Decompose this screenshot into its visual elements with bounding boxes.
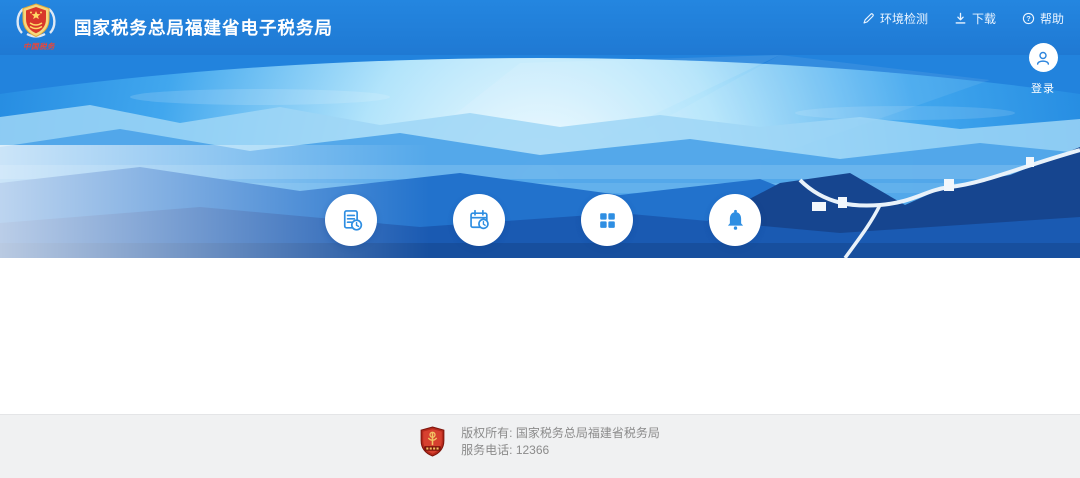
tax-bureau-logo[interactable]: 中国税务 bbox=[14, 2, 62, 54]
help-icon: ? bbox=[1022, 12, 1035, 25]
service-phone-text: 服务电话: 12366 bbox=[461, 442, 660, 459]
download-link[interactable]: 下载 bbox=[954, 10, 996, 27]
header: 中国税务 国家税务总局福建省电子税务局 环境检测 bbox=[0, 0, 1080, 55]
tax-badge-icon bbox=[420, 426, 445, 457]
logo-subtext: 中国税务 bbox=[15, 41, 63, 52]
quick-item-appointment[interactable]: 我要预约 bbox=[427, 194, 531, 258]
env-check-label: 环境检测 bbox=[880, 10, 928, 27]
copyright-text: 版权所有: 国家税务总局福建省税务局 bbox=[461, 425, 660, 442]
todo-document-clock-icon bbox=[325, 194, 377, 246]
service-cards-section: 我的信息 我要办税 我要查询 bbox=[0, 258, 1080, 414]
tax-emblem-icon bbox=[14, 2, 62, 42]
help-link[interactable]: ? 帮助 bbox=[1022, 10, 1064, 27]
quick-item-announcements[interactable]: 通知公告 bbox=[683, 194, 787, 258]
svg-text:?: ? bbox=[1026, 14, 1031, 23]
user-avatar-icon bbox=[1029, 43, 1058, 72]
grid-icon bbox=[581, 194, 633, 246]
hero-background-image bbox=[0, 55, 1080, 258]
page-title: 国家税务总局福建省电子税务局 bbox=[74, 15, 333, 40]
download-label: 下载 bbox=[972, 10, 996, 27]
pen-check-icon bbox=[862, 12, 875, 25]
download-icon bbox=[954, 12, 967, 25]
login-label: 登录 bbox=[1016, 80, 1070, 96]
help-label: 帮助 bbox=[1040, 10, 1064, 27]
quick-item-my-todo[interactable]: 我的待办 bbox=[299, 194, 403, 258]
calendar-clock-icon bbox=[453, 194, 505, 246]
footer-text: 版权所有: 国家税务总局福建省税务局 服务电话: 12366 bbox=[461, 425, 660, 459]
login-button[interactable]: 登录 bbox=[1016, 43, 1070, 96]
page: 中国税务 国家税务总局福建省电子税务局 环境检测 bbox=[0, 0, 1080, 478]
hero-banner: 我的待办 我要预约 bbox=[0, 55, 1080, 258]
footer: 版权所有: 国家税务总局福建省税务局 服务电话: 12366 bbox=[0, 414, 1080, 478]
env-check-link[interactable]: 环境检测 bbox=[862, 10, 928, 27]
bell-icon bbox=[709, 194, 761, 246]
footer-inner: 版权所有: 国家税务总局福建省税务局 服务电话: 12366 bbox=[0, 410, 1080, 473]
header-nav: 环境检测 下载 ? 帮助 bbox=[862, 10, 1064, 27]
quick-item-personal-services[interactable]: 个性服务 bbox=[555, 194, 659, 258]
